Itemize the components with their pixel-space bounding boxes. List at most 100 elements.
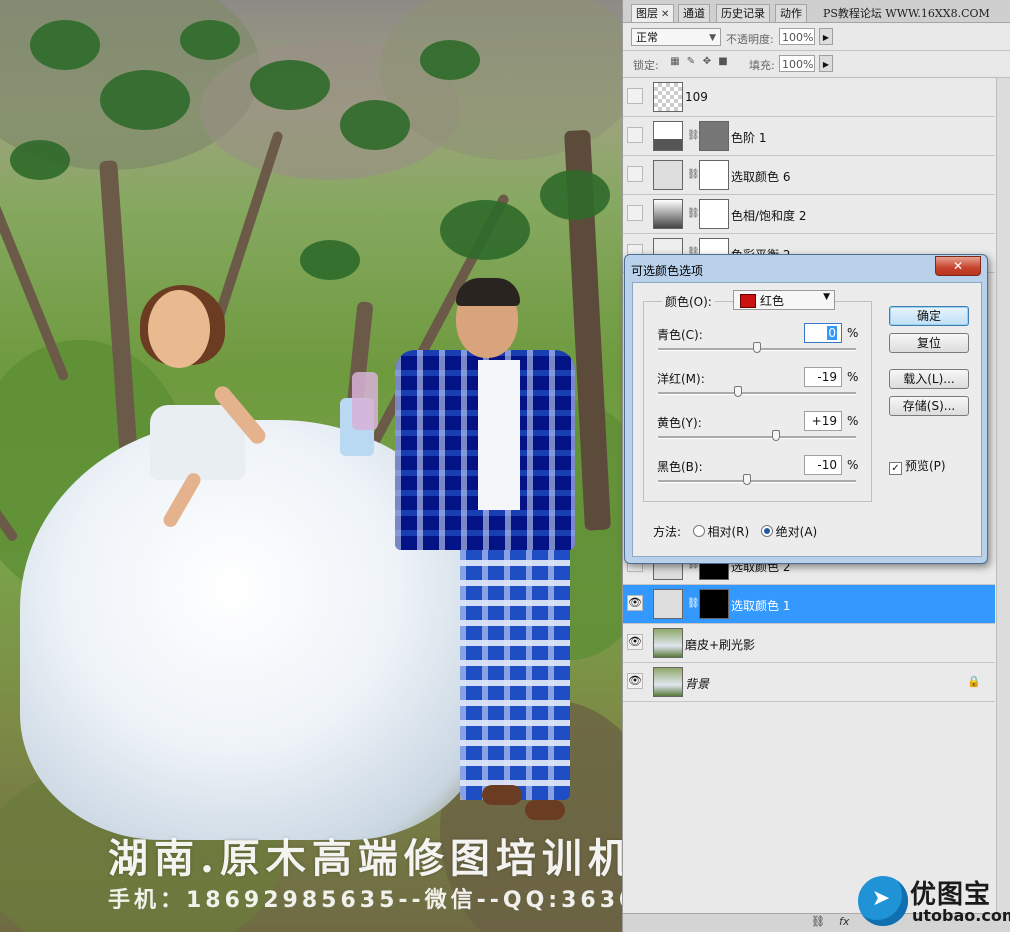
slider-knob[interactable]	[771, 430, 780, 441]
layer-name: 背景	[685, 677, 710, 691]
black-field[interactable]: -10	[804, 455, 842, 475]
cyan-row: 青色(C): 0 %	[644, 318, 871, 362]
slider-knob[interactable]	[743, 474, 752, 485]
reset-button[interactable]: 复位	[889, 333, 969, 353]
site-label: PS教程论坛 WWW.16XX8.COM	[823, 7, 990, 20]
layer-name: 109	[685, 90, 708, 104]
colors-group: 颜色(O): 红色 ▼ 青色(C): 0 % 洋红(M): -19 % 黄色(Y…	[643, 290, 872, 502]
tab-layers[interactable]: 图层 ✕	[631, 4, 675, 22]
lock-pixels-icon[interactable]: ✎	[685, 56, 697, 68]
layer-thumbnail	[653, 82, 683, 112]
visibility-toggle[interactable]	[627, 88, 643, 104]
fill-arrow-icon[interactable]: ▶	[819, 55, 833, 72]
opacity-arrow-icon[interactable]: ▶	[819, 28, 833, 45]
slider-knob[interactable]	[734, 386, 743, 397]
mask-thumbnail	[699, 121, 729, 151]
magenta-row: 洋红(M): -19 %	[644, 362, 871, 406]
layer-name: 选取颜色 6	[731, 170, 791, 184]
checkmark-icon[interactable]: ✓	[889, 462, 902, 475]
fx-icon[interactable]: fx	[839, 915, 849, 928]
canvas-photo: 湖南.原木高端修图培训机构出品 手机：18692985635--微信--QQ:3…	[0, 0, 622, 932]
layer-row[interactable]: ⛓ 选取颜色 6	[623, 156, 995, 195]
chevron-down-icon: ▼	[709, 33, 716, 43]
layer-name: 磨皮+刷光影	[685, 638, 756, 652]
red-swatch-icon	[740, 294, 756, 308]
cyan-slider[interactable]	[658, 342, 856, 353]
link-icon: ⛓	[687, 130, 700, 141]
magenta-field[interactable]: -19	[804, 367, 842, 387]
hue-saturation-icon	[653, 199, 683, 229]
eye-icon[interactable]: 👁	[627, 595, 643, 611]
watermark-title: 湖南.原木高端修图培训机构出品	[108, 835, 622, 882]
layer-row[interactable]: ⛓ 色相/饱和度 2	[623, 195, 995, 234]
selective-color-icon	[653, 160, 683, 190]
method-group: 方法: 相对(R) 绝对(A)	[653, 525, 818, 539]
layer-row[interactable]: 👁 磨皮+刷光影	[623, 624, 995, 663]
groom-trousers	[460, 540, 570, 800]
blend-mode-select[interactable]: 正常 ▼	[631, 28, 721, 46]
black-slider[interactable]	[658, 474, 856, 485]
bird-icon: ➤	[871, 886, 891, 911]
fill-label: 填充:	[749, 59, 775, 72]
color-select[interactable]: 红色 ▼	[733, 290, 835, 310]
mask-thumbnail	[699, 199, 729, 229]
black-row: 黑色(B): -10 %	[644, 450, 871, 494]
ok-button[interactable]: 确定	[889, 306, 969, 326]
magenta-slider[interactable]	[658, 386, 856, 397]
levels-icon	[653, 121, 683, 151]
visibility-toggle[interactable]	[627, 205, 643, 221]
chevron-down-icon: ▼	[823, 292, 830, 302]
bride-face	[148, 290, 210, 368]
tab-channels[interactable]: 通道	[678, 4, 710, 22]
yellow-row: 黄色(Y): +19 %	[644, 406, 871, 450]
visibility-toggle[interactable]	[627, 127, 643, 143]
relative-radio[interactable]: 相对(R)	[692, 525, 749, 539]
yellow-slider[interactable]	[658, 430, 856, 441]
opacity-label: 不透明度:	[726, 33, 774, 46]
preview-checkbox[interactable]: ✓ 预览(P)	[889, 457, 946, 475]
yellow-field[interactable]: +19	[804, 411, 842, 431]
utobao-logo: ➤ 优图宝 utobao.com	[856, 872, 1010, 932]
opacity-field[interactable]: 100%	[779, 28, 815, 45]
load-button[interactable]: 载入(L)...	[889, 369, 969, 389]
radio-icon[interactable]	[692, 525, 705, 537]
layer-name: 色阶 1	[731, 131, 767, 145]
link-icon: ⛓	[687, 208, 700, 219]
close-button[interactable]: ✕	[935, 256, 981, 276]
colors-label: 颜色(O):	[662, 293, 715, 310]
save-button[interactable]: 存储(S)...	[889, 396, 969, 416]
lock-transparent-icon[interactable]: ▦	[669, 56, 681, 68]
tab-actions[interactable]: 动作	[775, 4, 807, 22]
eye-icon[interactable]: 👁	[627, 673, 643, 689]
selective-color-icon	[653, 589, 683, 619]
layer-row[interactable]: ⛓ 色阶 1	[623, 117, 995, 156]
fill-field[interactable]: 100%	[779, 55, 815, 72]
layer-row-selected[interactable]: 👁 ⛓ 选取颜色 1	[623, 585, 995, 624]
lock-label: 锁定:	[633, 59, 659, 72]
layer-thumbnail	[653, 667, 683, 697]
lock-icon: 🔒	[967, 675, 981, 688]
dialog-title: 可选颜色选项	[631, 264, 704, 278]
watermark-contact: 手机：18692985635--微信--QQ:3630076	[108, 888, 622, 913]
selective-color-dialog: 可选颜色选项 ✕ 颜色(O): 红色 ▼ 青色(C): 0 % 洋红(M): -…	[624, 254, 988, 564]
layer-name: 色相/饱和度 2	[731, 209, 807, 223]
eye-icon[interactable]: 👁	[627, 634, 643, 650]
link-layers-icon[interactable]: ⛓	[811, 915, 825, 928]
mask-thumbnail	[699, 160, 729, 190]
lock-all-icon[interactable]: ■	[717, 56, 729, 68]
slider-knob[interactable]	[753, 342, 761, 353]
link-icon: ⛓	[687, 598, 700, 609]
panel-tabs: 图层 ✕ 通道 历史记录 动作 PS教程论坛 WWW.16XX8.COM	[623, 0, 1010, 23]
layer-name: 选取颜色 1	[731, 599, 791, 613]
close-icon[interactable]: ✕	[661, 9, 669, 20]
layer-row[interactable]: 109	[623, 78, 995, 117]
layer-thumbnail	[653, 628, 683, 658]
layers-scrollbar[interactable]	[996, 78, 1010, 913]
lock-position-icon[interactable]: ✥	[701, 56, 713, 68]
visibility-toggle[interactable]	[627, 166, 643, 182]
absolute-radio[interactable]: 绝对(A)	[760, 525, 817, 539]
radio-checked-icon[interactable]	[760, 525, 773, 537]
layer-row[interactable]: 👁 背景 🔒	[623, 663, 995, 702]
cyan-field[interactable]: 0	[804, 323, 842, 343]
tab-history[interactable]: 历史记录	[716, 4, 770, 22]
